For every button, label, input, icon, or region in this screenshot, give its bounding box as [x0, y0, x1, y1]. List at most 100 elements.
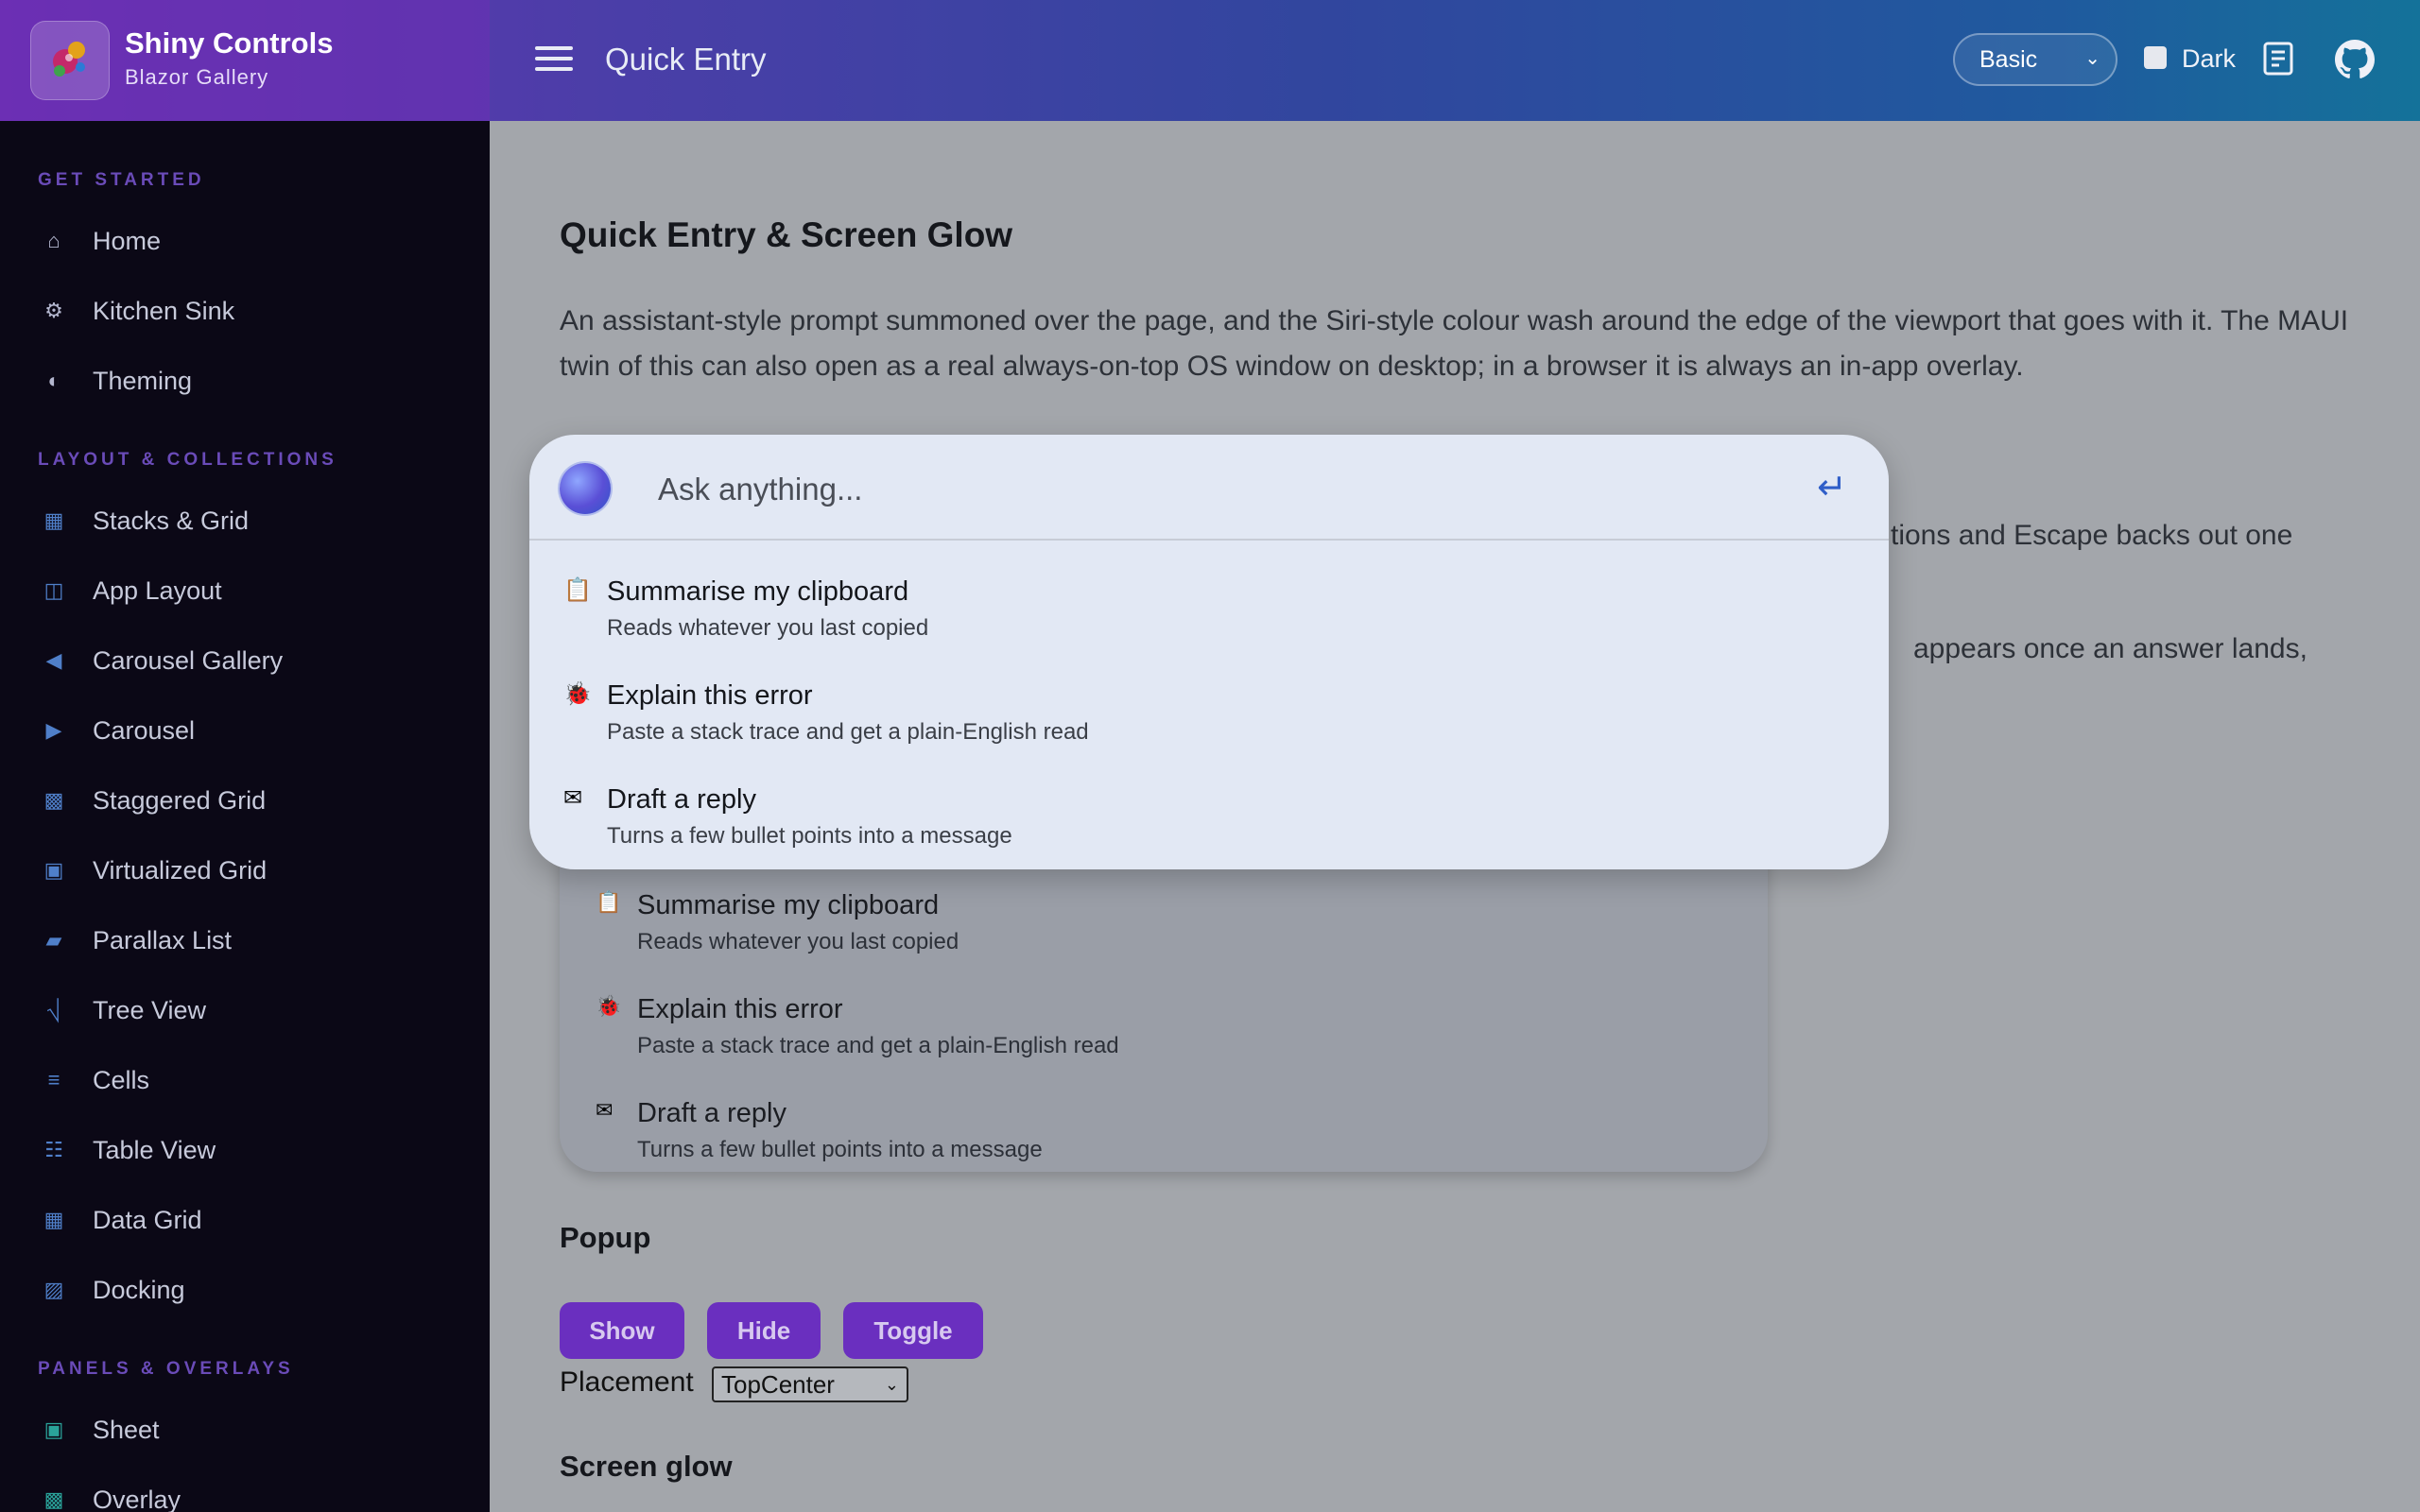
toggle-button[interactable]: Toggle	[843, 1302, 983, 1359]
sidebar-section-layout: LAYOUT & COLLECTIONS	[38, 450, 337, 470]
virtualized-grid-icon: ▣	[43, 858, 64, 882]
sidebar-section-get-started: GET STARTED	[38, 170, 205, 190]
suggestion-title: Explain this error	[637, 994, 843, 1024]
sidebar-item-sheet[interactable]: ▣ Sheet	[0, 1402, 490, 1459]
suggestion-item-reply[interactable]: ✉ Draft a reply Turns a few bullet point…	[529, 764, 1889, 866]
layout-icon: ◫	[43, 578, 64, 602]
sidebar-item-label: Data Grid	[93, 1206, 202, 1234]
suggestion-item-clipboard[interactable]: 📋 Summarise my clipboard Reads whatever …	[529, 556, 1889, 658]
sidebar-item-label: Carousel Gallery	[93, 646, 284, 675]
sidebar-item-docking[interactable]: ▨ Docking	[0, 1263, 490, 1319]
parallax-icon: ▰	[45, 928, 62, 952]
list-item[interactable]: 🐞 Explain this error Paste a stack trace…	[560, 971, 1768, 1066]
envelope-icon: ✉	[563, 785, 583, 811]
sidebar-item-parallax-list[interactable]: ▰ Parallax List	[0, 913, 490, 970]
hide-button[interactable]: Hide	[707, 1302, 821, 1359]
list-item[interactable]: ✉ Draft a reply Turns a few bullet point…	[560, 1075, 1768, 1170]
sidebar-item-carousel[interactable]: ▶ Carousel	[0, 703, 490, 760]
sidebar-item-tree-view[interactable]: ⎷ Tree View	[0, 983, 490, 1040]
suggestion-title: Explain this error	[607, 680, 813, 711]
suggestion-subtitle: Turns a few bullet points into a message	[607, 823, 1012, 849]
sidebar-item-label: Home	[93, 227, 162, 255]
suggestion-subtitle: Turns a few bullet points into a message	[637, 1137, 1043, 1162]
table-icon: ☷	[44, 1138, 63, 1161]
popup-section-title: Popup	[560, 1221, 651, 1254]
page-title: Quick Entry & Screen Glow	[560, 215, 1013, 254]
clipboard-icon: 📋	[596, 890, 622, 914]
sidebar-item-label: Tree View	[93, 996, 207, 1024]
envelope-icon: ✉	[596, 1098, 614, 1122]
sidebar-item-label: Docking	[93, 1276, 185, 1304]
sidebar-item-label: Staggered Grid	[93, 786, 267, 815]
sidebar-item-label: App Layout	[93, 576, 222, 605]
sidebar-item-label: Table View	[93, 1136, 216, 1164]
arrow-right-icon: ▶	[45, 718, 62, 742]
placement-select-value: TopCenter	[721, 1370, 835, 1399]
sidebar: GET STARTED ⌂ Home ⚙ Kitchen Sink ◐ Them…	[0, 121, 490, 1512]
brand-subtitle: Blazor Gallery	[125, 65, 269, 89]
page-description: An assistant-style prompt summoned over …	[560, 305, 2349, 382]
sheet-icon: ▣	[43, 1418, 64, 1441]
sidebar-item-data-grid[interactable]: ▦ Data Grid	[0, 1193, 490, 1249]
suggestion-subtitle: Reads whatever you last copied	[607, 615, 929, 641]
dark-mode-checkbox[interactable]	[2144, 46, 2167, 69]
brand-title: Shiny Controls	[125, 26, 334, 60]
bug-icon: 🐞	[596, 994, 622, 1018]
staggered-grid-icon: ▩	[43, 788, 64, 812]
sidebar-item-app-layout[interactable]: ◫ App Layout	[0, 563, 490, 620]
sidebar-section-panels: PANELS & OVERLAYS	[38, 1359, 294, 1379]
sidebar-item-kitchen-sink[interactable]: ⚙ Kitchen Sink	[0, 284, 490, 340]
tree-icon: ⎷	[46, 998, 61, 1022]
suggestion-title: Summarise my clipboard	[637, 890, 940, 920]
theme-select-value: Basic	[1979, 46, 2038, 73]
sidebar-item-label: Cells	[93, 1066, 150, 1094]
sidebar-item-label: Kitchen Sink	[93, 297, 235, 325]
partially-hidden-text: appears once an answer lands,	[1913, 633, 2308, 664]
sidebar-item-staggered-grid[interactable]: ▩ Staggered Grid	[0, 773, 490, 830]
quick-entry-panel: ↵ 📋 Summarise my clipboard Reads whateve…	[529, 435, 1889, 869]
suggestion-title: Summarise my clipboard	[607, 576, 909, 607]
grid-icon: ▦	[43, 508, 64, 532]
screen-glow-section-title: Screen glow	[560, 1450, 733, 1483]
quick-entry-input[interactable]	[656, 455, 1605, 524]
sidebar-item-table-view[interactable]: ☷ Table View	[0, 1123, 490, 1179]
list-item[interactable]: 📋 Summarise my clipboard Reads whatever …	[560, 868, 1768, 962]
show-button[interactable]: Show	[560, 1302, 684, 1359]
sidebar-item-label: Parallax List	[93, 926, 233, 954]
sidebar-item-overlay[interactable]: ▩ Overlay	[0, 1472, 490, 1512]
inline-quick-entry-demo: 📋 Summarise my clipboard Reads whatever …	[560, 850, 1768, 1172]
chevron-down-icon: ⌄	[2084, 48, 2100, 69]
suggestion-item-error[interactable]: 🐞 Explain this error Paste a stack trace…	[529, 660, 1889, 762]
docs-icon[interactable]	[2262, 42, 2296, 77]
sidebar-item-label: Carousel	[93, 716, 196, 745]
github-icon[interactable]	[2335, 40, 2375, 79]
sidebar-item-home[interactable]: ⌂ Home	[0, 214, 490, 270]
suggestion-title: Draft a reply	[607, 784, 756, 815]
suggestion-subtitle: Reads whatever you last copied	[637, 929, 959, 954]
placement-label: Placement	[560, 1366, 694, 1398]
sidebar-item-label: Overlay	[93, 1486, 182, 1512]
sidebar-item-carousel-gallery[interactable]: ◀ Carousel Gallery	[0, 633, 490, 690]
partially-hidden-text: tions and Escape backs out one	[1891, 520, 2293, 551]
home-icon: ⌂	[47, 229, 60, 252]
brand-panel: Shiny Controls Blazor Gallery	[0, 0, 490, 121]
placement-select[interactable]: TopCenter ⌄	[712, 1366, 908, 1402]
theme-select[interactable]: Basic ⌄	[1953, 33, 2118, 86]
suggestion-title: Draft a reply	[637, 1098, 786, 1128]
divider	[529, 539, 1889, 541]
return-icon[interactable]: ↵	[1817, 469, 1847, 507]
suggestion-subtitle: Paste a stack trace and get a plain-Engl…	[607, 719, 1089, 745]
sidebar-item-virtualized-grid[interactable]: ▣ Virtualized Grid	[0, 843, 490, 900]
sidebar-item-theming[interactable]: ◐ Theming	[0, 353, 490, 410]
gear-icon: ⚙	[44, 299, 63, 322]
sidebar-item-label: Stacks & Grid	[93, 507, 250, 535]
chevron-down-icon: ⌄	[884, 1375, 899, 1394]
sidebar-item-stacks-grid[interactable]: ▦ Stacks & Grid	[0, 493, 490, 550]
app-logo-icon[interactable]	[30, 21, 110, 100]
overlay-icon: ▩	[43, 1487, 64, 1511]
hamburger-menu-icon[interactable]	[535, 42, 573, 79]
half-circle-icon: ◐	[47, 369, 60, 392]
suggestion-subtitle: Paste a stack trace and get a plain-Engl…	[637, 1033, 1119, 1058]
top-bar: Shiny Controls Blazor Gallery Quick Entr…	[0, 0, 2420, 121]
sidebar-item-cells[interactable]: ≡ Cells	[0, 1053, 490, 1109]
